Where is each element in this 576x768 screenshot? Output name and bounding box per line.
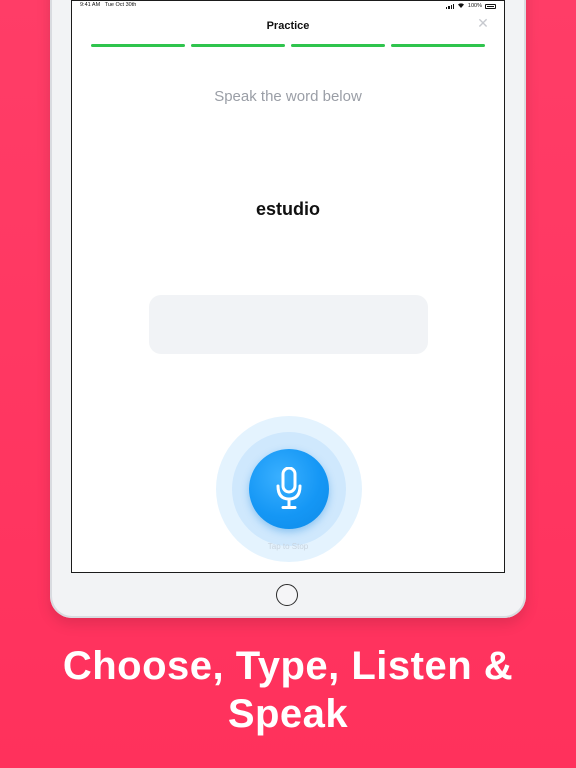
exercise-prompt: Speak the word below [214,88,362,105]
mic-button[interactable] [249,449,329,529]
status-time: 9:41 AM [80,2,101,8]
wifi-icon [457,2,465,10]
mic-label: Tap to Stop [267,542,309,551]
promo-headline: Choose, Type, Listen & Speak [0,642,576,738]
home-button [276,584,298,606]
close-icon[interactable]: ✕ [477,16,489,30]
status-time-date: 9:41 AM Tue Oct 30th [80,2,136,8]
signal-icon [446,3,454,9]
progress-segment [391,44,485,47]
page-title: Practice [266,20,310,32]
speech-answer-box [149,295,428,354]
status-right: 100% [446,2,496,10]
battery-icon [485,3,496,9]
progress-bar [91,44,485,47]
progress-segment [91,44,185,47]
status-date: Tue Oct 30th [104,2,137,8]
battery-percent: 100% [467,3,482,9]
progress-segment [291,44,385,47]
microphone-icon [276,467,302,509]
target-word: estudio [255,199,320,219]
status-bar: 9:41 AM Tue Oct 30th 100% [80,2,496,12]
promo-headline-text: Choose, Type, Listen & Speak [62,644,514,736]
progress-segment [191,44,285,47]
app-screen: 9:41 AM Tue Oct 30th 100% Practice ✕ Spe… [71,0,505,573]
